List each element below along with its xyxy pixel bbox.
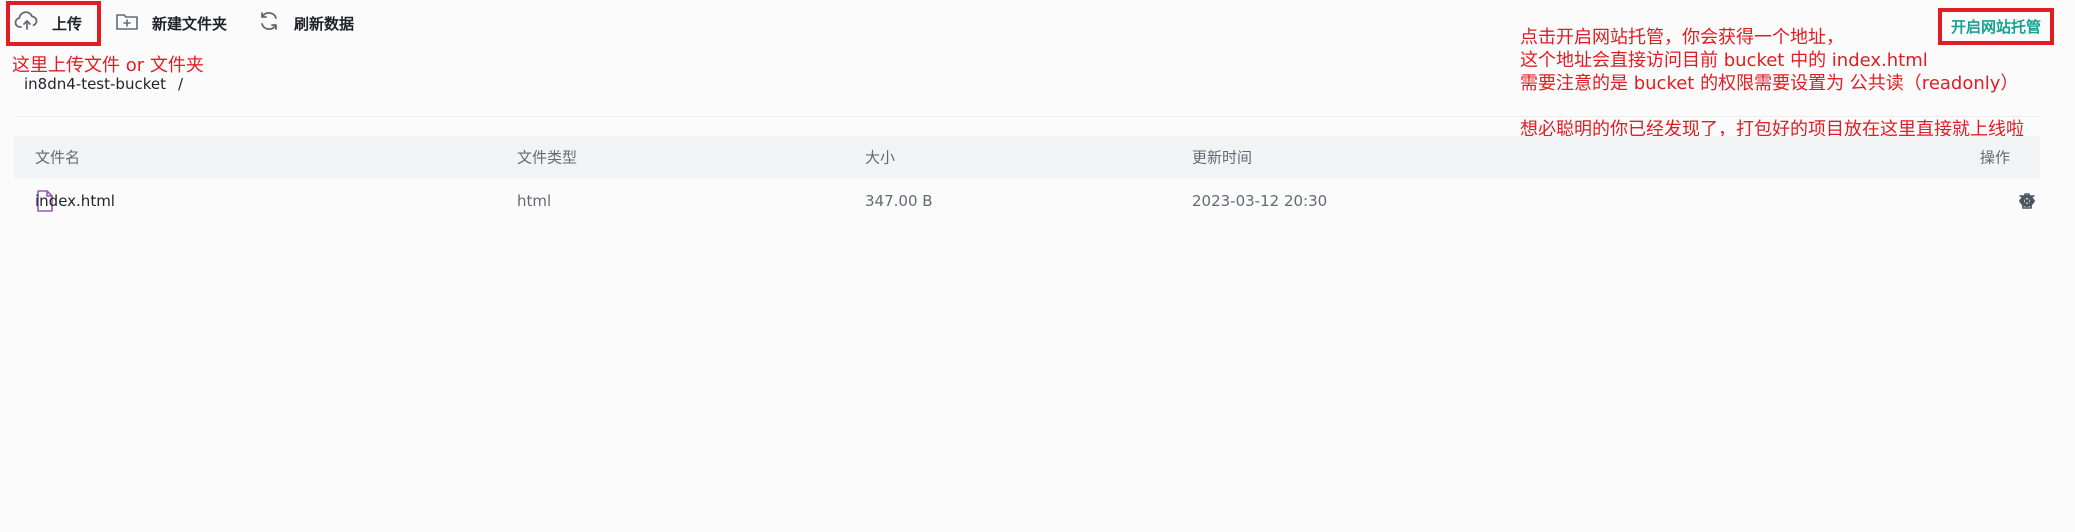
hosting-annotation-line: 需要注意的是 bucket 的权限需要设置为 公共读（readonly） [1520,73,2019,94]
refresh-label: 刷新数据 [294,14,355,33]
annotation-spacer [1520,95,2024,118]
breadcrumb-separator: / [177,75,184,93]
trash-icon[interactable] [2018,192,2036,210]
column-header-type: 文件类型 [517,148,578,167]
table-row: index.html html 347.00 B 2023-03-12 20:3… [14,180,2040,222]
upload-annotation: 这里上传文件 or 文件夹 [12,55,204,76]
new-folder-button[interactable]: 新建文件夹 [114,0,227,46]
folder-add-icon [114,8,140,38]
refresh-icon [256,8,282,38]
column-header-actions: 操作 [1979,148,2010,167]
divider [14,116,2041,117]
upload-highlight-box [6,1,101,46]
column-header-updated: 更新时间 [1192,148,1253,167]
file-type-cell: html [517,192,552,210]
file-size-cell: 347.00 B [865,192,933,210]
column-header-size: 大小 [865,148,896,167]
breadcrumb-bucket[interactable]: in8dn4-test-bucket [24,75,166,93]
file-updated-cell: 2023-03-12 20:30 [1192,192,1328,210]
new-folder-label: 新建文件夹 [152,14,228,33]
file-name: index.html [35,192,115,210]
enable-website-hosting-button[interactable]: 开启网站托管 [1939,8,2053,44]
column-header-name: 文件名 [35,148,81,167]
table-header: 文件名 文件类型 大小 更新时间 操作 [14,136,2040,178]
refresh-button[interactable]: 刷新数据 [256,0,354,46]
hosting-annotation-line: 这个地址会直接访问目前 bucket 中的 index.html [1520,50,1928,71]
breadcrumb: in8dn4-test-bucket / [24,75,183,93]
